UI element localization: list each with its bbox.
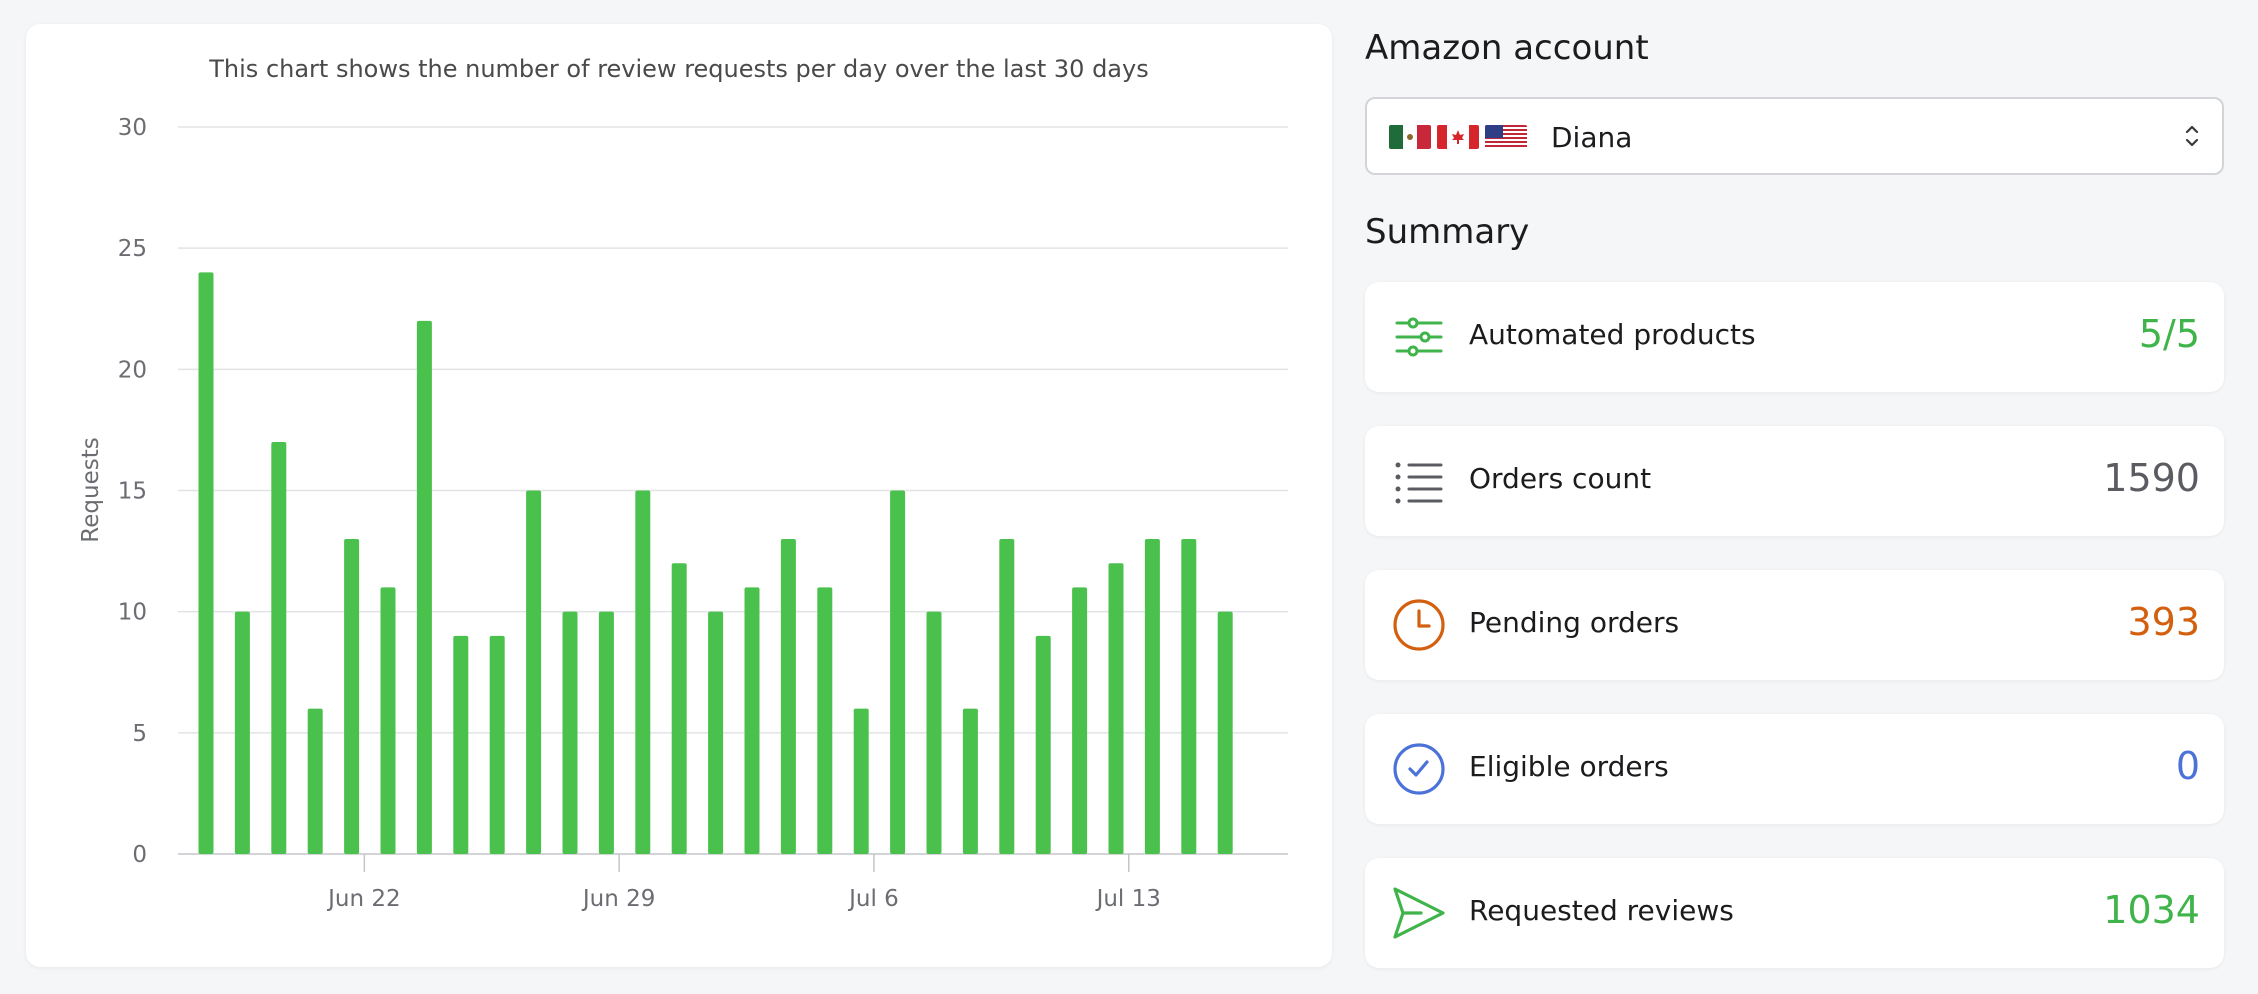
chart-bar <box>671 563 687 854</box>
chart-bar <box>562 611 578 854</box>
chart-bar <box>1072 587 1088 854</box>
chevron-up-down-icon <box>2185 125 2199 147</box>
chart-bar <box>271 442 287 854</box>
chart-card: This chart shows the number of review re… <box>26 24 1332 967</box>
chart-bar <box>1217 611 1233 854</box>
chart-bar <box>780 538 796 854</box>
stat-value: 393 <box>2127 600 2200 644</box>
chart-bar <box>598 611 614 854</box>
chart-bar <box>234 611 250 854</box>
chart-bar <box>198 272 214 854</box>
chart-bar <box>1144 538 1160 854</box>
chart-bar <box>890 490 906 854</box>
check-circle-icon <box>1393 743 1445 795</box>
list-icon <box>1395 462 1443 504</box>
x-tick-label: Jun 22 <box>326 886 401 912</box>
stat-value: 5/5 <box>2138 312 2200 356</box>
stat-card-requested-reviews: Requested reviews 1034 <box>1365 858 2224 968</box>
stat-value: 1034 <box>2103 888 2200 932</box>
chart-bar <box>817 587 833 854</box>
y-axis-label: Requests <box>78 437 104 542</box>
send-icon <box>1393 887 1445 939</box>
chart-bar <box>999 538 1015 854</box>
clock-icon <box>1393 599 1445 651</box>
chart-bar <box>380 587 396 854</box>
chart-bar <box>744 587 760 854</box>
chart-bar <box>344 538 360 854</box>
usa-flag <box>1485 125 1527 149</box>
chart-bar <box>1108 563 1124 854</box>
y-tick-label: 0 <box>132 842 147 868</box>
x-tick-label: Jun 29 <box>581 886 656 912</box>
account-name: Diana <box>1551 121 1633 154</box>
summary-heading: Summary <box>1365 212 1530 252</box>
stat-label: Automated products <box>1469 318 1756 351</box>
y-tick-label: 20 <box>118 357 147 383</box>
x-tick-label: Jul 6 <box>847 886 899 912</box>
chart-bar <box>489 635 505 854</box>
y-tick-label: 10 <box>118 600 147 626</box>
sliders-icon <box>1395 317 1443 357</box>
bar-chart: This chart shows the number of review re… <box>78 55 1288 912</box>
stat-card-orders-count: Orders count 1590 <box>1365 426 2224 536</box>
chart-bar <box>453 635 469 854</box>
y-tick-label: 5 <box>132 721 147 747</box>
chart-bar <box>307 708 323 854</box>
chart-bar <box>1181 538 1197 854</box>
chart-bar <box>635 490 651 854</box>
stat-label: Pending orders <box>1469 606 1680 639</box>
y-tick-label: 30 <box>118 115 147 141</box>
stat-card-pending-orders: Pending orders 393 <box>1365 570 2224 680</box>
chart-bar <box>1035 635 1051 854</box>
stat-value: 0 <box>2175 744 2200 788</box>
stat-label: Orders count <box>1469 462 1652 495</box>
chart-bar <box>962 708 978 854</box>
canada-flag <box>1437 125 1479 149</box>
y-tick-label: 25 <box>118 236 147 262</box>
stat-card-eligible-orders: Eligible orders 0 <box>1365 714 2224 824</box>
chart-bar <box>926 611 942 854</box>
chart-title: This chart shows the number of review re… <box>208 55 1148 83</box>
chart-bar <box>853 708 869 854</box>
stat-card-automated-products: Automated products 5/5 <box>1365 282 2224 392</box>
x-tick-label: Jul 13 <box>1095 886 1161 912</box>
account-heading: Amazon account <box>1365 28 1649 68</box>
marketplace-flags <box>1389 125 1527 149</box>
account-select[interactable]: Diana <box>1365 97 2224 175</box>
stat-value: 1590 <box>2103 456 2200 500</box>
chart-bar <box>416 320 432 854</box>
chart-bar <box>526 490 542 854</box>
stat-label: Requested reviews <box>1469 894 1734 927</box>
chart-bar <box>708 611 724 854</box>
y-tick-label: 15 <box>118 479 147 505</box>
mexico-flag <box>1389 125 1431 149</box>
stat-label: Eligible orders <box>1469 750 1669 783</box>
